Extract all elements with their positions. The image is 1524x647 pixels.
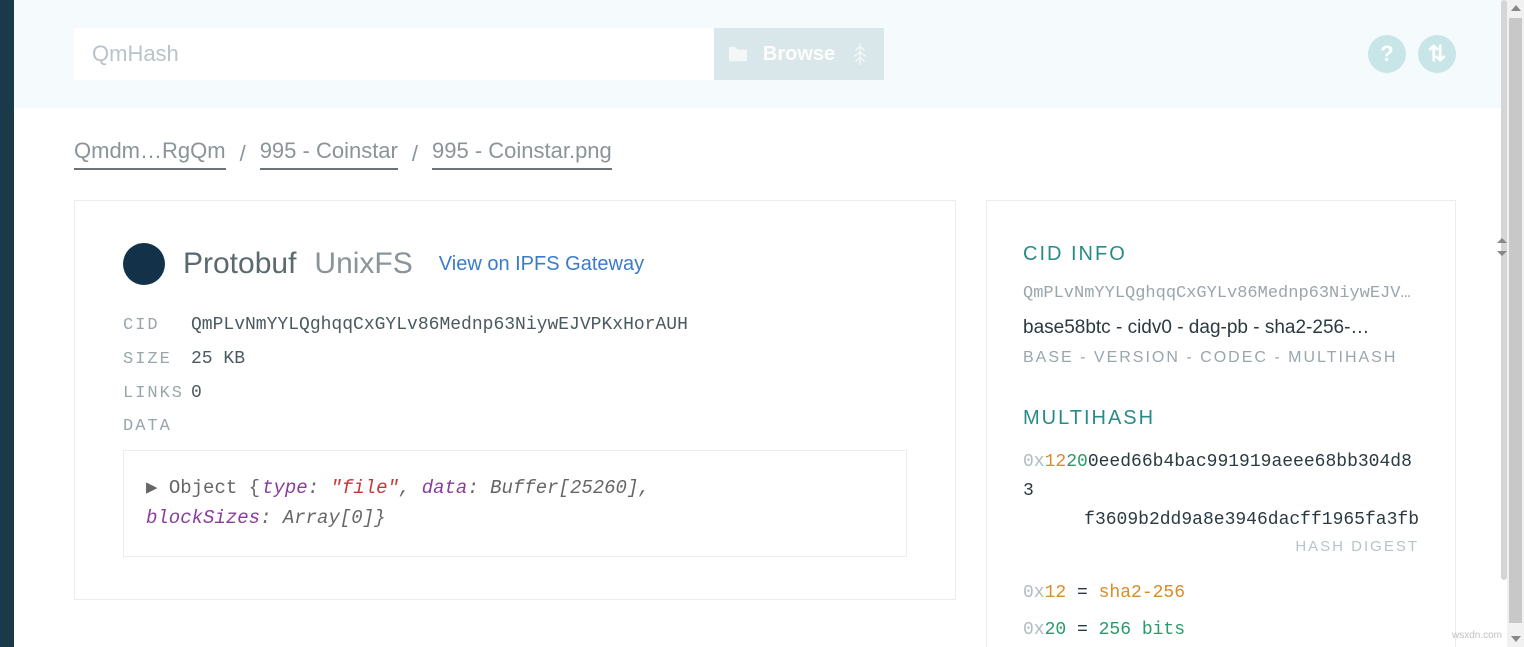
help-icon: ?: [1380, 41, 1393, 67]
breadcrumb-sep: /: [412, 141, 418, 167]
search-wrap: Browse: [74, 28, 884, 80]
format-name: UnixFS: [314, 247, 412, 281]
obj-key-type: type: [262, 477, 308, 499]
obj-val-data: Buffer[25260]: [490, 477, 638, 499]
scroll-up-arrow-icon[interactable]: [1511, 5, 1521, 11]
meta-label-links: LINKS: [123, 384, 191, 403]
top-bar: Browse ? ⇅: [14, 0, 1516, 108]
cid-full-hash: QmPLvNmYYLQghqqCxGYLv86Mednp63NiywEJVPKx…: [1023, 284, 1419, 303]
cid-info-card: CID INFO QmPLvNmYYLQghqqCxGYLv86Mednp63N…: [986, 200, 1456, 647]
meta-row-cid: CID QmPLvNmYYLQghqqCxGYLv86Mednp63NiywEJ…: [123, 315, 907, 335]
multihash-hex: 0x12200eed66b4bac991919aeee68bb304d83: [1023, 448, 1419, 506]
data-object-box[interactable]: ▶ Object {type: "file", data: Buffer[252…: [123, 450, 907, 557]
mh-eq2-eq: =: [1066, 620, 1098, 640]
mh-eq1-eq: =: [1066, 583, 1098, 603]
transfer-icon: ⇅: [1428, 41, 1446, 67]
mh-code-explain: 0x12 = sha2-256: [1023, 579, 1419, 608]
mh-eq2-code: 20: [1045, 620, 1067, 640]
content-row: Protobuf UnixFS View on IPFS Gateway CID…: [14, 190, 1516, 647]
meta-row-data: DATA: [123, 417, 907, 436]
search-input[interactable]: [74, 28, 714, 80]
breadcrumb: Qmdm…RgQm / 995 - Coinstar / 995 - Coins…: [14, 108, 1516, 190]
object-header: Protobuf UnixFS View on IPFS Gateway: [123, 243, 907, 285]
watermark-text: wsxdn.com: [1452, 630, 1502, 641]
breadcrumb-item-folder[interactable]: 995 - Coinstar: [260, 138, 398, 170]
mh-length-explain: 0x20 = 256 bits: [1023, 616, 1419, 645]
codec-dot-icon: [123, 243, 165, 285]
resize-handle-icon[interactable]: [1497, 238, 1507, 256]
obj-key-data: data: [422, 477, 468, 499]
tree-icon: [849, 41, 871, 67]
transfer-button[interactable]: ⇅: [1418, 35, 1456, 73]
breadcrumb-item-file[interactable]: 995 - Coinstar.png: [432, 138, 612, 170]
meta-value-cid: QmPLvNmYYLQghqqCxGYLv86Mednp63NiywEJVPKx…: [191, 315, 688, 335]
scroll-down-arrow-icon[interactable]: [1511, 636, 1521, 642]
multihash-hex-line2: f3609b2dd9a8e3946dacff1965fa3fb: [1023, 506, 1419, 535]
hash-digest-label: HASH DIGEST: [1023, 538, 1419, 555]
cid-encoding: base58btc - cidv0 - dag-pb - sha2-256-…: [1023, 317, 1419, 339]
mh-code: 12: [1045, 452, 1067, 472]
obj-suffix: }: [374, 507, 385, 529]
mh-eq1-code: 12: [1045, 583, 1067, 603]
mh-eq1-prefix: 0x: [1023, 583, 1045, 603]
obj-val-blocksizes: Array[0]: [283, 507, 374, 529]
breadcrumb-item-root[interactable]: Qmdm…RgQm: [74, 138, 226, 170]
obj-val-type: "file": [330, 477, 398, 499]
browse-button[interactable]: Browse: [714, 28, 884, 80]
mh-eq2-prefix: 0x: [1023, 620, 1045, 640]
meta-label-size: SIZE: [123, 350, 191, 369]
gateway-link[interactable]: View on IPFS Gateway: [439, 253, 644, 276]
meta-row-size: SIZE 25 KB: [123, 349, 907, 369]
meta-value-links: 0: [191, 383, 202, 403]
multihash-heading: MULTIHASH: [1023, 407, 1419, 430]
obj-key-blocksizes: blockSizes: [146, 507, 260, 529]
left-sidebar-strip: [0, 0, 14, 647]
cid-legend: BASE - VERSION - CODEC - MULTIHASH: [1023, 349, 1419, 367]
help-button[interactable]: ?: [1368, 35, 1406, 73]
top-right-icons: ? ⇅: [1368, 35, 1456, 73]
breadcrumb-sep: /: [240, 141, 246, 167]
cid-info-heading: CID INFO: [1023, 243, 1419, 266]
browse-label: Browse: [763, 43, 835, 66]
codec-name: Protobuf: [183, 247, 296, 281]
mh-length: 20: [1066, 452, 1088, 472]
meta-label-data: DATA: [123, 417, 191, 436]
meta-label-cid: CID: [123, 316, 191, 335]
meta-row-links: LINKS 0: [123, 383, 907, 403]
mh-eq1-val: sha2-256: [1099, 583, 1185, 603]
scrollbar-thumb[interactable]: [1509, 18, 1522, 623]
meta-value-size: 25 KB: [191, 349, 245, 369]
folder-icon: [727, 45, 749, 63]
object-card: Protobuf UnixFS View on IPFS Gateway CID…: [74, 200, 956, 600]
expand-triangle-icon[interactable]: ▶ Object {: [146, 477, 260, 499]
main-scroll-area: Browse ? ⇅ Qmdm…RgQm / 995 - Coinstar / …: [14, 0, 1524, 647]
mh-eq2-val: 256 bits: [1099, 620, 1185, 640]
window-scrollbar[interactable]: [1507, 0, 1524, 647]
mh-prefix: 0x: [1023, 452, 1045, 472]
